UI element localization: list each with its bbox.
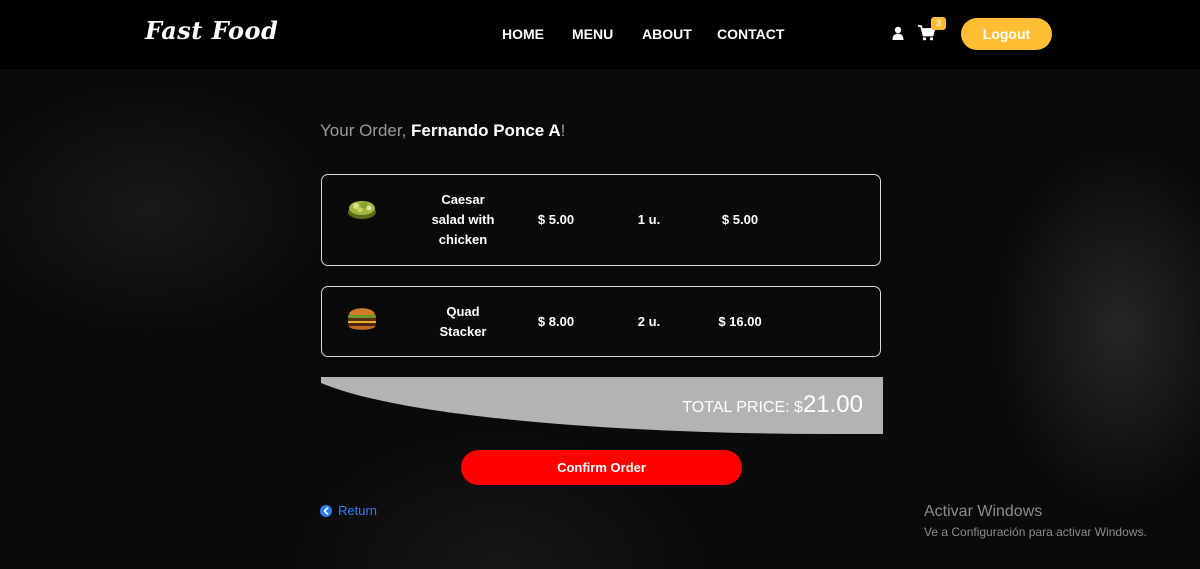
item-name-line: salad with: [431, 212, 495, 227]
greeting-suffix: !: [560, 121, 566, 140]
item-quantity: 2 u.: [637, 314, 661, 329]
burger-image: [348, 308, 376, 330]
nav-about[interactable]: ABOUT: [642, 26, 692, 42]
item-subtotal: $ 5.00: [721, 212, 759, 227]
item-name-line: Stacker: [439, 324, 487, 339]
nav-menu[interactable]: MENU: [572, 26, 613, 42]
arrow-left-circle-icon: [320, 504, 332, 517]
total-value: 21.00: [802, 391, 863, 418]
greeting-prefix: Your Order,: [320, 121, 412, 140]
total-label: TOTAL PRICE: $: [682, 399, 803, 416]
user-icon[interactable]: [892, 26, 904, 40]
order-item: Quad Stacker $ 8.00 2 u. $ 16.00: [321, 286, 881, 357]
item-name-line: chicken: [438, 232, 488, 247]
item-name-line: Quad: [446, 304, 480, 319]
total-price: TOTAL PRICE: $21.00: [682, 391, 863, 419]
order-greeting: Your Order, Fernando Ponce A!: [320, 121, 565, 141]
salad-image: [348, 201, 376, 219]
item-unit-price: $ 5.00: [537, 212, 575, 227]
watermark-subtitle: Ve a Configuración para activar Windows.: [924, 525, 1147, 539]
total-price-bar: TOTAL PRICE: $21.00: [321, 377, 883, 434]
item-subtotal: $ 16.00: [718, 314, 762, 329]
navbar: Fast Food HOME MENU ABOUT CONTACT 3 Logo…: [0, 0, 1200, 69]
item-unit-price: $ 8.00: [537, 314, 575, 329]
nav-home[interactable]: HOME: [502, 26, 544, 42]
item-name-line: Caesar: [441, 192, 485, 207]
nav-contact[interactable]: CONTACT: [717, 26, 784, 42]
customer-name: Fernando Ponce A: [411, 121, 561, 140]
item-quantity: 1 u.: [637, 212, 661, 227]
watermark-title: Activar Windows: [924, 503, 1043, 520]
return-label[interactable]: Return: [338, 503, 377, 518]
brand-logo[interactable]: Fast Food: [145, 16, 278, 45]
cart-count-badge: 3: [931, 17, 946, 30]
return-link[interactable]: Return: [320, 503, 377, 518]
logout-button[interactable]: Logout: [961, 18, 1052, 50]
windows-activation-watermark: Activar Windows Ve a Configuración para …: [924, 503, 1147, 539]
order-item: Caesar salad with chicken $ 5.00 1 u. $ …: [321, 174, 881, 266]
confirm-order-button[interactable]: Confirm Order: [461, 450, 742, 485]
